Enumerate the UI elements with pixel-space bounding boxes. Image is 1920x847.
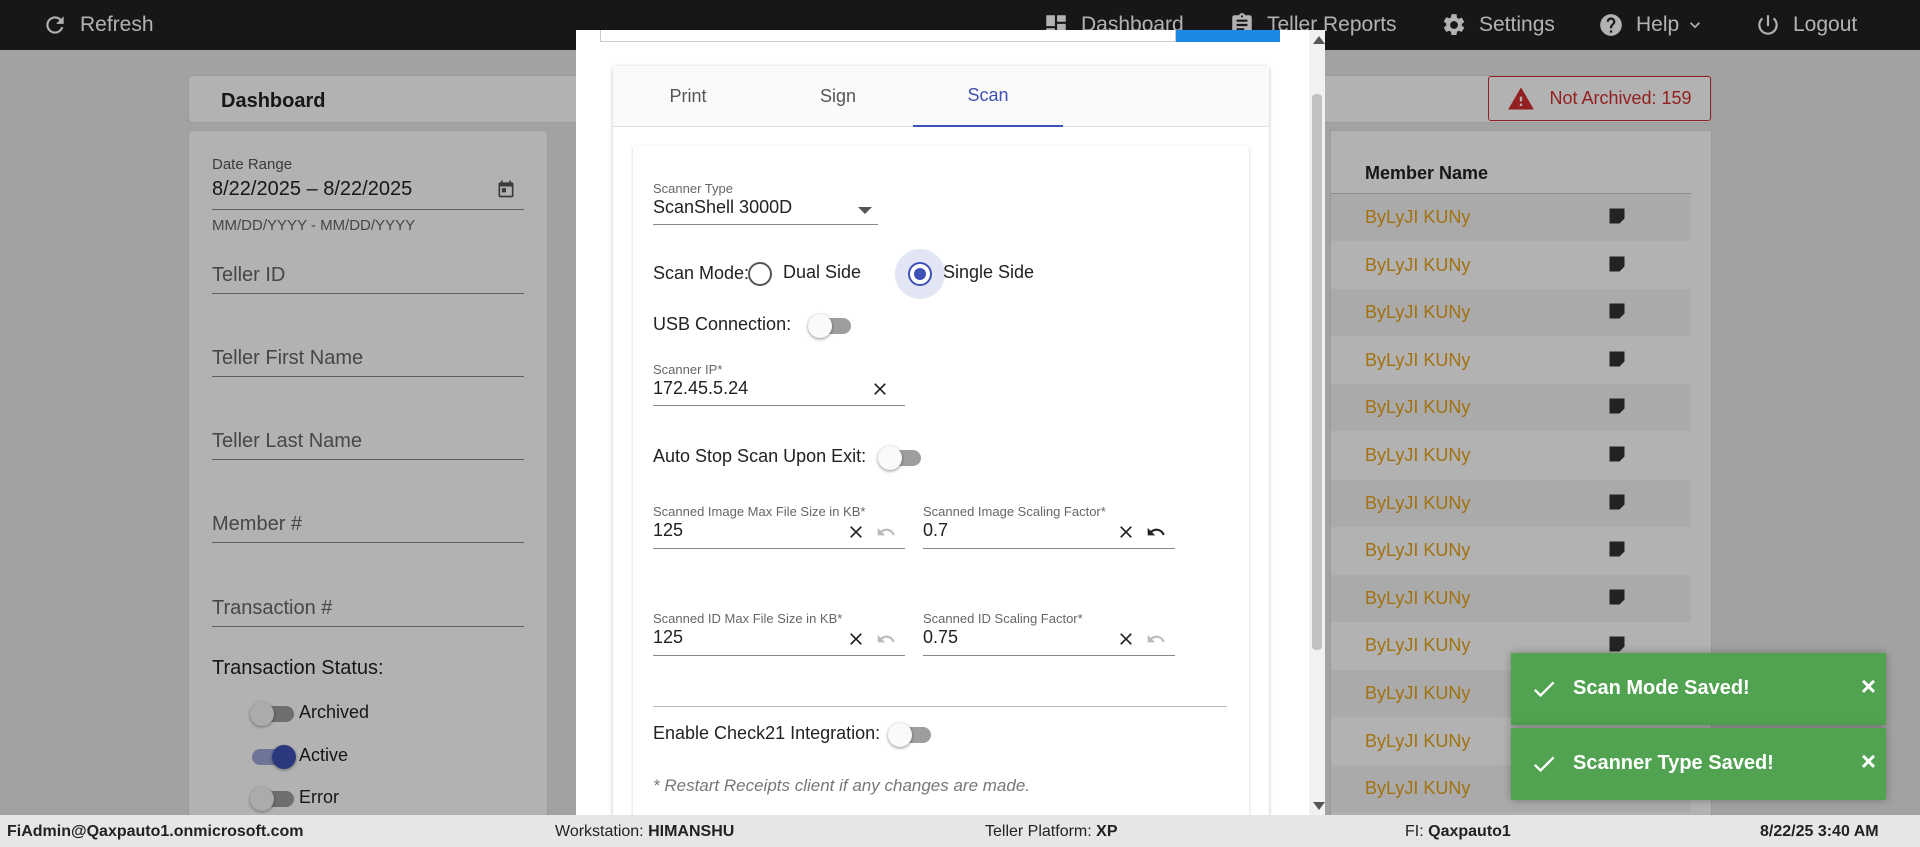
tab-print[interactable]: Print <box>613 66 763 127</box>
single-side-label: Single Side <box>943 262 1035 282</box>
id-scaling-label: Scanned ID Scaling Factor* <box>923 611 1083 626</box>
dual-side-radio[interactable] <box>748 262 772 286</box>
checkmark-icon <box>1533 681 1555 698</box>
undo-icon[interactable] <box>1146 522 1166 542</box>
check21-label: Enable Check21 Integration: <box>653 723 881 743</box>
status-bar: FiAdmin@Qaxpauto1.onmicrosoft.com Workst… <box>0 815 1920 847</box>
chevron-down-icon[interactable] <box>858 207 872 214</box>
id-max-size-underline <box>653 655 905 656</box>
undo-icon <box>1146 629 1166 649</box>
restart-hint: * Restart Receipts client if any changes… <box>653 776 1031 795</box>
clear-icon[interactable] <box>846 522 866 542</box>
scroll-up-arrow[interactable] <box>1313 36 1325 44</box>
modal-top-button[interactable] <box>1176 30 1280 42</box>
toast-scanner-type-saved: Scanner Type Saved! × <box>1511 728 1886 800</box>
scan-mode-label: Scan Mode: <box>653 263 750 283</box>
status-datetime: 8/22/25 3:40 AM <box>1760 823 1879 840</box>
status-platform: Teller Platform: XP <box>985 823 1118 840</box>
auto-stop-toggle[interactable] <box>878 446 921 470</box>
tab-scan[interactable]: Scan <box>913 66 1063 127</box>
toast-scan-mode-saved: Scan Mode Saved! × <box>1511 653 1886 725</box>
section-divider <box>653 706 1227 707</box>
scanner-type-label: Scanner Type <box>653 181 733 196</box>
toast-message: Scanner Type Saved! <box>1573 752 1774 774</box>
scanner-type-underline <box>653 224 878 225</box>
modal-top-field[interactable] <box>600 30 1176 42</box>
id-scaling-input[interactable]: 0.75 <box>923 627 958 648</box>
auto-stop-label: Auto Stop Scan Upon Exit: <box>653 446 867 466</box>
clear-icon[interactable] <box>1116 522 1136 542</box>
image-max-size-input[interactable]: 125 <box>653 520 683 541</box>
single-side-radio[interactable] <box>908 262 932 286</box>
clear-icon[interactable] <box>1116 629 1136 649</box>
image-scaling-input[interactable]: 0.7 <box>923 520 948 541</box>
image-scaling-underline <box>923 548 1175 549</box>
usb-connection-label: USB Connection: <box>653 314 792 334</box>
image-scaling-label: Scanned Image Scaling Factor* <box>923 504 1106 519</box>
status-fi: FI: Qaxpauto1 <box>1405 823 1511 840</box>
settings-modal: Print Sign Scan Scanner Type ScanShell 3… <box>576 30 1325 815</box>
id-scaling-underline <box>923 655 1175 656</box>
undo-icon <box>876 629 896 649</box>
status-workstation: Workstation: HIMANSHU <box>555 823 735 840</box>
status-user: FiAdmin@Qaxpauto1.onmicrosoft.com <box>7 823 304 840</box>
image-max-size-underline <box>653 548 905 549</box>
scan-settings-form: Scanner Type ScanShell 3000D Scan Mode: … <box>633 146 1249 815</box>
scroll-thumb[interactable] <box>1312 94 1322 650</box>
scanner-ip-underline <box>653 405 905 406</box>
scanner-type-select[interactable]: ScanShell 3000D <box>653 197 792 218</box>
settings-tabs: Print Sign Scan <box>613 66 1269 127</box>
scan-settings-card: Print Sign Scan Scanner Type ScanShell 3… <box>613 66 1269 815</box>
check21-toggle[interactable] <box>888 723 931 747</box>
checkmark-icon <box>1533 756 1555 773</box>
undo-icon <box>876 522 896 542</box>
image-max-size-label: Scanned Image Max File Size in KB* <box>653 504 866 519</box>
scanner-ip-input[interactable]: 172.45.5.24 <box>653 378 748 399</box>
usb-connection-toggle[interactable] <box>808 314 851 338</box>
dual-side-label: Dual Side <box>783 262 862 282</box>
toast-close-button[interactable]: × <box>1861 671 1876 702</box>
toast-close-button[interactable]: × <box>1861 746 1876 777</box>
toast-message: Scan Mode Saved! <box>1573 677 1750 699</box>
id-max-size-label: Scanned ID Max File Size in KB* <box>653 611 843 626</box>
scroll-down-arrow[interactable] <box>1313 802 1325 810</box>
tab-sign[interactable]: Sign <box>763 66 913 127</box>
id-max-size-input[interactable]: 125 <box>653 627 683 648</box>
scanner-ip-label: Scanner IP* <box>653 362 723 377</box>
clear-icon[interactable] <box>870 379 890 399</box>
clear-icon[interactable] <box>846 629 866 649</box>
